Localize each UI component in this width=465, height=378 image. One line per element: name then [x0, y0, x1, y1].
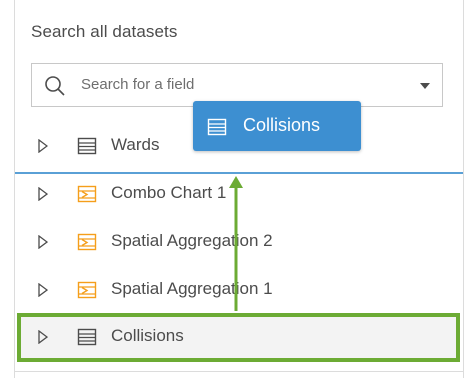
drag-chip-collisions[interactable]: Collisions [193, 101, 361, 151]
table-icon [77, 137, 97, 155]
dataset-label: Spatial Aggregation 2 [111, 231, 273, 250]
result-dataset-icon [77, 185, 97, 203]
divider [15, 371, 463, 372]
result-dataset-icon [77, 233, 97, 251]
expand-triangle-icon[interactable] [38, 139, 48, 153]
search-icon [45, 76, 65, 96]
dataset-label: Combo Chart 1 [111, 183, 227, 202]
expand-triangle-icon[interactable] [38, 187, 48, 201]
dataset-label: Wards [111, 135, 160, 154]
table-icon [207, 118, 227, 136]
data-panel: Search all datasets Search for a field W… [14, 0, 464, 378]
result-dataset-icon [77, 281, 97, 299]
dataset-label: Collisions [111, 326, 184, 345]
expand-triangle-icon[interactable] [38, 235, 48, 249]
expand-triangle-icon[interactable] [38, 330, 48, 344]
search-placeholder: Search for a field [81, 76, 195, 93]
dataset-row-spatial-aggregation-1[interactable]: Spatial Aggregation 1 [15, 267, 463, 313]
dataset-row-collisions[interactable]: Collisions [15, 314, 463, 360]
drag-chip-label: Collisions [243, 115, 321, 135]
expand-triangle-icon[interactable] [38, 283, 48, 297]
dataset-row-combo-chart[interactable]: Combo Chart 1 [15, 171, 463, 217]
dataset-row-spatial-aggregation-2[interactable]: Spatial Aggregation 2 [15, 219, 463, 265]
chevron-down-icon[interactable] [420, 83, 430, 89]
table-icon [77, 328, 97, 346]
panel-heading: Search all datasets [31, 22, 178, 41]
dataset-label: Spatial Aggregation 1 [111, 279, 273, 298]
